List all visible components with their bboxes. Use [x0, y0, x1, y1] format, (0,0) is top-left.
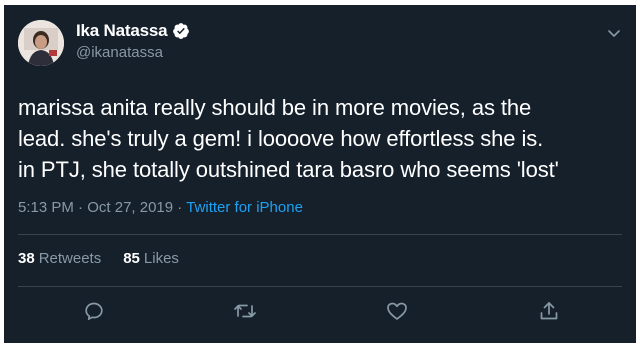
retweets-count: 38 — [18, 250, 35, 267]
author-handle[interactable]: @ikanatassa — [76, 44, 163, 61]
meta-separator: · — [177, 199, 183, 216]
heart-icon[interactable] — [385, 299, 409, 323]
divider — [18, 234, 622, 235]
verified-badge-icon — [173, 23, 190, 39]
author-display-name[interactable]: Ika Natassa — [76, 21, 168, 41]
tweet-actions — [4, 299, 636, 329]
likes-stat[interactable]: 85 Likes — [123, 250, 179, 267]
avatar-image — [18, 20, 64, 66]
divider — [18, 286, 622, 287]
tweet-text: marissa anita really should be in more m… — [18, 95, 559, 182]
tweet-date[interactable]: Oct 27, 2019 — [87, 199, 173, 216]
likes-count: 85 — [123, 250, 140, 267]
meta-separator: · — [78, 199, 84, 216]
author-name-row: Ika Natassa — [76, 21, 190, 41]
retweets-label: Retweets — [38, 250, 102, 267]
share-icon[interactable] — [537, 299, 561, 323]
chevron-down-icon[interactable] — [606, 25, 622, 41]
retweets-stat[interactable]: 38 Retweets — [18, 250, 101, 267]
tweet-source-link[interactable]: Twitter for iPhone — [186, 199, 303, 216]
reply-icon[interactable] — [82, 299, 106, 323]
tweet-meta: 5:13 PM · Oct 27, 2019 · Twitter for iPh… — [18, 199, 303, 216]
avatar[interactable] — [18, 20, 64, 66]
retweet-icon[interactable] — [233, 299, 257, 323]
likes-label: Likes — [143, 250, 179, 267]
tweet-card: Ika Natassa @ikanatassa marissa anita re… — [4, 5, 636, 343]
tweet-stats: 38 Retweets 85 Likes — [18, 250, 179, 267]
tweet-time[interactable]: 5:13 PM — [18, 199, 74, 216]
